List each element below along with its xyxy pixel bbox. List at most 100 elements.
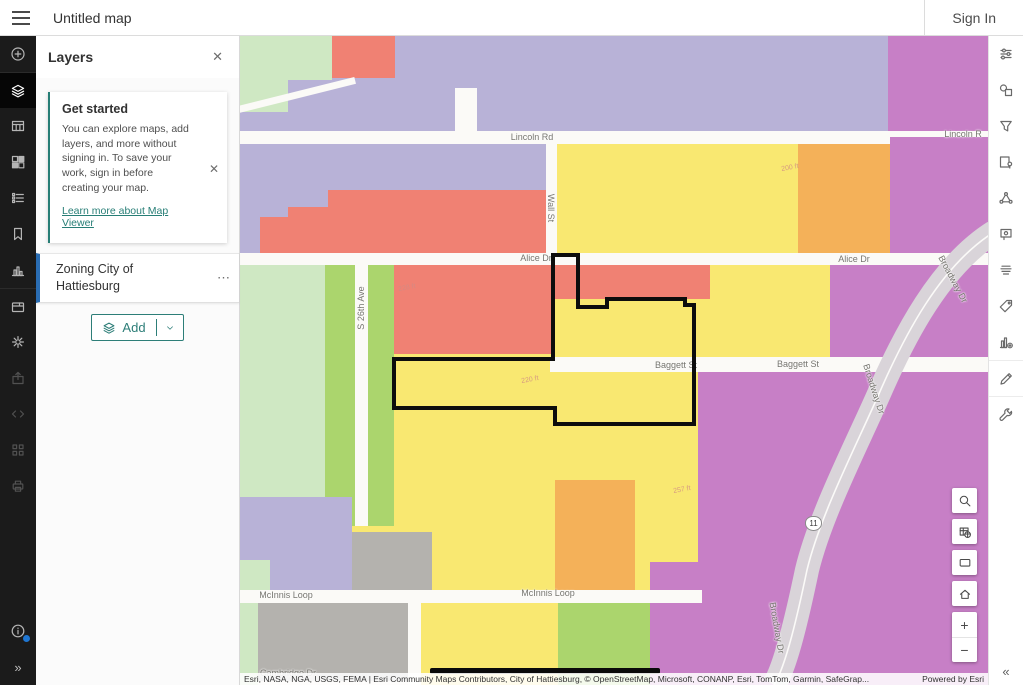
add-button-label: Add: [122, 320, 145, 335]
bookmarks-tab[interactable]: [0, 216, 36, 252]
analysis-wrench-icon: [998, 407, 1014, 423]
chart-settings-tab[interactable]: [989, 324, 1023, 360]
zoning-parcel[interactable]: [553, 299, 710, 357]
layers-icon: [102, 321, 116, 335]
map-settings-tab[interactable]: [0, 324, 36, 360]
aggregation-tab[interactable]: [989, 180, 1023, 216]
zoning-parcel[interactable]: [328, 190, 546, 253]
close-panel-icon[interactable]: ✕: [208, 45, 227, 69]
aggregation-icon: [998, 190, 1014, 206]
apps-icon: [10, 442, 26, 458]
zoning-parcel[interactable]: [332, 36, 395, 78]
street-label: Alice Dr: [838, 254, 870, 264]
zoning-parcel[interactable]: [368, 265, 394, 526]
zoning-parcel[interactable]: [352, 532, 432, 590]
embed-tab[interactable]: [0, 396, 36, 432]
tag-tab[interactable]: [989, 288, 1023, 324]
basemap-icon: [958, 525, 972, 539]
properties-tab[interactable]: [989, 36, 1023, 72]
filter-tab[interactable]: [989, 108, 1023, 144]
expand-rail-button[interactable]: »: [0, 649, 36, 685]
table-tab[interactable]: [0, 108, 36, 144]
settings-gear-icon: [10, 334, 26, 350]
collapse-rail-button[interactable]: «: [1002, 664, 1009, 679]
home-button[interactable]: [952, 581, 977, 606]
add-layer-button[interactable]: [0, 36, 36, 72]
analysis-tab[interactable]: [989, 396, 1023, 432]
zoning-parcel[interactable]: [555, 480, 635, 590]
zoning-parcel[interactable]: [798, 144, 890, 253]
layers-tab[interactable]: [0, 72, 36, 108]
legend-tab[interactable]: [0, 180, 36, 216]
dismiss-card-icon[interactable]: ✕: [209, 162, 219, 176]
save-icon: [10, 299, 26, 315]
zoom-out-button[interactable]: −: [952, 637, 977, 662]
charts-tab[interactable]: [0, 252, 36, 288]
layer-options-icon[interactable]: ⋯: [217, 270, 231, 286]
get-started-card: Get started You can explore maps, add la…: [48, 92, 227, 243]
street-label: Lincoln Rd: [511, 132, 554, 142]
road-segment[interactable]: [550, 357, 988, 372]
road-segment[interactable]: [240, 131, 988, 144]
info-button[interactable]: [0, 613, 36, 649]
share-icon: [10, 370, 26, 386]
road-segment[interactable]: [455, 88, 477, 131]
app-header: Untitled map Sign In: [0, 0, 1023, 36]
page-title: Untitled map: [53, 10, 132, 26]
basemap-button[interactable]: [952, 519, 977, 544]
share-tab[interactable]: [0, 360, 36, 396]
zoom-controls: + −: [952, 612, 977, 662]
zoning-parcel[interactable]: [240, 36, 332, 80]
zoning-parcel[interactable]: [325, 265, 355, 526]
fields-tab[interactable]: [989, 144, 1023, 180]
learn-more-link[interactable]: Learn more about Map Viewer: [62, 205, 201, 229]
add-layer-split-button[interactable]: Add: [91, 314, 183, 341]
powered-by-esri: Powered by Esri: [922, 674, 984, 684]
zoning-parcel[interactable]: [890, 137, 988, 253]
zoom-in-button[interactable]: +: [952, 612, 977, 637]
labels-tab[interactable]: [989, 252, 1023, 288]
get-started-body: You can explore maps, add layers, and mo…: [62, 122, 190, 195]
home-icon: [958, 587, 972, 601]
hamburger-icon[interactable]: [0, 0, 42, 36]
zoning-parcel[interactable]: [578, 265, 710, 299]
filter-funnel-icon: [998, 118, 1014, 134]
print-tab[interactable]: [0, 468, 36, 504]
zoning-parcel[interactable]: [710, 265, 830, 357]
overview-button[interactable]: [952, 550, 977, 575]
search-button[interactable]: [952, 488, 977, 513]
road-segment[interactable]: [546, 131, 557, 253]
create-app-tab[interactable]: [0, 432, 36, 468]
zoning-parcel[interactable]: [260, 217, 288, 253]
properties-sliders-icon: [998, 46, 1014, 62]
layers-panel-header: Layers ✕: [36, 36, 239, 78]
zoning-parcel[interactable]: [394, 265, 553, 354]
add-dropdown-button[interactable]: [156, 319, 183, 336]
zoning-parcel[interactable]: [830, 265, 988, 357]
sketch-tab[interactable]: [989, 360, 1023, 396]
zoning-parcel[interactable]: [240, 265, 325, 497]
popup-config-icon: [998, 226, 1014, 242]
map-canvas[interactable]: Lincoln RdLincoln RWall StAlice DrAlice …: [240, 36, 988, 685]
zoning-parcel[interactable]: [288, 207, 328, 253]
zoning-parcel[interactable]: [557, 144, 798, 253]
right-toolbar: «: [988, 36, 1023, 685]
map-attribution: Esri, NASA, NGA, USGS, FEMA | Esri Commu…: [240, 673, 988, 685]
layers-panel: Layers ✕ Get started You can explore map…: [36, 36, 240, 685]
get-started-title: Get started: [62, 102, 201, 116]
road-segment[interactable]: [240, 253, 988, 265]
bookmark-icon: [10, 226, 26, 242]
layers-icon: [10, 83, 26, 99]
add-circle-icon: [10, 46, 26, 62]
zoning-parcel[interactable]: [888, 36, 988, 137]
zoning-parcel[interactable]: [240, 560, 270, 590]
styles-tab[interactable]: [989, 72, 1023, 108]
styles-icon: [998, 82, 1014, 98]
popups-tab[interactable]: [989, 216, 1023, 252]
layer-item-zoning[interactable]: Zoning City of Hattiesburg ⋯: [36, 253, 239, 303]
zoning-parcel[interactable]: [650, 562, 988, 685]
sign-in-button[interactable]: Sign In: [924, 0, 1023, 36]
save-tab[interactable]: [0, 288, 36, 324]
table-icon: [10, 118, 26, 134]
basemap-tab[interactable]: [0, 144, 36, 180]
